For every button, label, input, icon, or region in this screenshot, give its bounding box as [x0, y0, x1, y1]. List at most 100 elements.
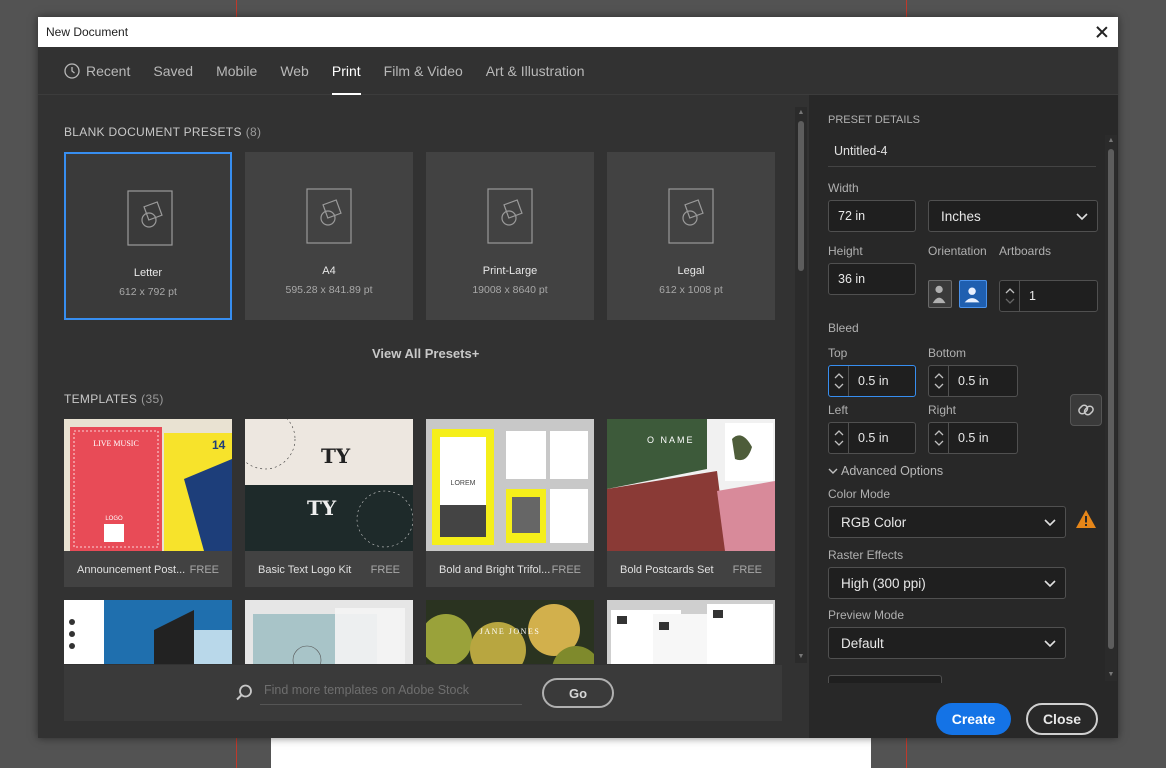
preset-name: Print-Large — [482, 265, 538, 277]
chevron-up-icon — [934, 373, 943, 379]
bleed-left-stepper[interactable]: 0.5 in — [828, 422, 916, 454]
scroll-up-icon[interactable]: ▲ — [797, 109, 805, 117]
chevron-down-icon — [834, 383, 843, 389]
preset-name: Legal — [677, 265, 705, 277]
stepper-arrows[interactable] — [929, 366, 949, 396]
tab-web[interactable]: Web — [280, 47, 309, 95]
template-name: Basic Text Logo Kit — [258, 564, 352, 576]
preset-size: 612 x 792 pt — [119, 286, 177, 298]
chevron-down-icon — [1044, 640, 1056, 648]
template-card-5[interactable] — [64, 600, 232, 664]
scroll-down-icon[interactable]: ▼ — [1107, 671, 1115, 679]
width-input[interactable]: 72 in — [828, 200, 916, 232]
preset-name: Letter — [133, 267, 163, 279]
scroll-down-icon[interactable]: ▼ — [797, 653, 805, 661]
bleed-top-stepper[interactable]: 0.5 in — [828, 365, 916, 397]
stepper-arrows[interactable] — [829, 423, 849, 453]
bleed-right-label: Right — [928, 403, 957, 417]
template-price: FREE — [370, 564, 400, 576]
artboards-stepper[interactable]: 1 — [999, 280, 1098, 312]
link-icon — [1078, 404, 1094, 416]
tab-art-illustration[interactable]: Art & Illustration — [486, 47, 585, 95]
artboards-value: 1 — [1029, 289, 1036, 303]
preset-print-large[interactable]: Print-Large 19008 x 8640 pt — [426, 152, 594, 320]
preview-mode-label: Preview Mode — [828, 608, 905, 622]
units-dropdown[interactable]: Inches — [928, 200, 1098, 232]
thumb-text-ty-bottom: TY — [307, 496, 337, 520]
link-bleed-button[interactable] — [1070, 394, 1102, 426]
bleed-label: Bleed — [828, 321, 859, 335]
landscape-orientation-button[interactable] — [959, 280, 987, 308]
tab-print[interactable]: Print — [331, 47, 361, 95]
raster-effects-dropdown[interactable]: High (300 ppi) — [828, 567, 1066, 599]
height-label: Height — [828, 244, 863, 258]
preset-a4[interactable]: A4 595.28 x 841.89 pt — [245, 152, 413, 320]
tab-recent[interactable]: Recent — [64, 47, 130, 95]
preset-legal[interactable]: Legal 612 x 1008 pt — [607, 152, 775, 320]
templates-section-title: TEMPLATES (35) — [64, 392, 164, 406]
stepper-arrows[interactable] — [1000, 281, 1020, 311]
warning-icon[interactable] — [1075, 509, 1097, 529]
scrollbar-thumb[interactable] — [1108, 149, 1114, 649]
template-basic-text-logo-kit[interactable]: TY TY Basic Text Logo Kit FREE — [245, 419, 413, 587]
view-all-presets-link[interactable]: View All Presets+ — [372, 346, 479, 361]
portrait-orientation-button[interactable] — [928, 280, 952, 308]
tab-mobile[interactable]: Mobile — [216, 47, 257, 95]
bleed-top-value: 0.5 in — [858, 374, 889, 388]
go-button[interactable]: Go — [542, 678, 614, 708]
template-name: Bold Postcards Set — [620, 564, 714, 576]
create-button[interactable]: Create — [936, 703, 1011, 735]
bleed-right-stepper[interactable]: 0.5 in — [928, 422, 1018, 454]
color-mode-dropdown[interactable]: RGB Color — [828, 506, 1066, 538]
units-value: Inches — [941, 208, 981, 224]
dialog-title: New Document — [46, 25, 129, 39]
dialog-titlebar: New Document — [38, 17, 1118, 47]
close-button[interactable]: Close — [1026, 703, 1098, 735]
scrollbar-thumb[interactable] — [798, 121, 804, 271]
document-icon — [668, 188, 714, 244]
chevron-down-icon — [1044, 580, 1056, 588]
thumb-text-name: O NAME — [647, 435, 695, 445]
landscape-icon — [964, 287, 980, 303]
raster-effects-label: Raster Effects — [828, 548, 904, 562]
width-label: Width — [828, 181, 859, 195]
scroll-up-icon[interactable]: ▲ — [1107, 137, 1115, 145]
template-name: Announcement Post... — [77, 564, 186, 576]
thumb-text-logo: LOGO — [105, 516, 123, 522]
template-card-8[interactable] — [607, 600, 775, 664]
template-bold-bright-trifold[interactable]: LOREM Bold and Bright Trifol... FREE — [426, 419, 594, 587]
stepper-arrows[interactable] — [829, 366, 849, 396]
template-thumbnail — [245, 600, 413, 664]
advanced-options-toggle[interactable]: Advanced Options — [828, 464, 943, 478]
document-name-field[interactable]: Untitled-4 — [828, 137, 1096, 167]
preset-letter[interactable]: Letter 612 x 792 pt — [64, 152, 232, 320]
bleed-bottom-stepper[interactable]: 0.5 in — [928, 365, 1018, 397]
presets-pane: BLANK DOCUMENT PRESETS (8) Letter 612 x 7… — [38, 95, 809, 738]
template-bold-postcards-set[interactable]: O NAME Bold Postcards Set FREE — [607, 419, 775, 587]
stock-search-input[interactable] — [260, 675, 522, 705]
template-card-7[interactable]: JANE JONES — [426, 600, 594, 664]
chevron-down-icon — [1044, 519, 1056, 527]
preview-mode-dropdown[interactable]: Default — [828, 627, 1066, 659]
bleed-left-label: Left — [828, 403, 849, 417]
template-card-6[interactable] — [245, 600, 413, 664]
preset-details-title: PRESET DETAILS — [828, 114, 920, 126]
clock-icon — [64, 62, 80, 79]
template-announcement-poster[interactable]: LIVE MUSIC 14 LOGO Announcement Post... … — [64, 419, 232, 587]
preset-size: 612 x 1008 pt — [659, 284, 723, 296]
thumb-text-lorem: LOREM — [451, 480, 476, 487]
presets-section-title: BLANK DOCUMENT PRESETS (8) — [64, 125, 261, 139]
details-scrollbar[interactable]: ▲ ▼ — [1105, 135, 1117, 681]
bleed-top-label: Top — [828, 346, 848, 360]
close-icon[interactable] — [1094, 24, 1110, 40]
chevron-down-icon — [1005, 298, 1014, 304]
template-thumbnail — [64, 600, 232, 664]
tab-film-video[interactable]: Film & Video — [384, 47, 463, 95]
height-input[interactable]: 36 in — [828, 263, 916, 295]
tab-saved[interactable]: Saved — [153, 47, 193, 95]
chevron-down-icon — [828, 468, 838, 474]
stepper-arrows[interactable] — [929, 423, 949, 453]
chevron-up-icon — [1005, 288, 1014, 294]
thumb-text-ty-top: TY — [321, 444, 351, 468]
presets-scrollbar[interactable]: ▲ ▼ — [795, 107, 807, 663]
